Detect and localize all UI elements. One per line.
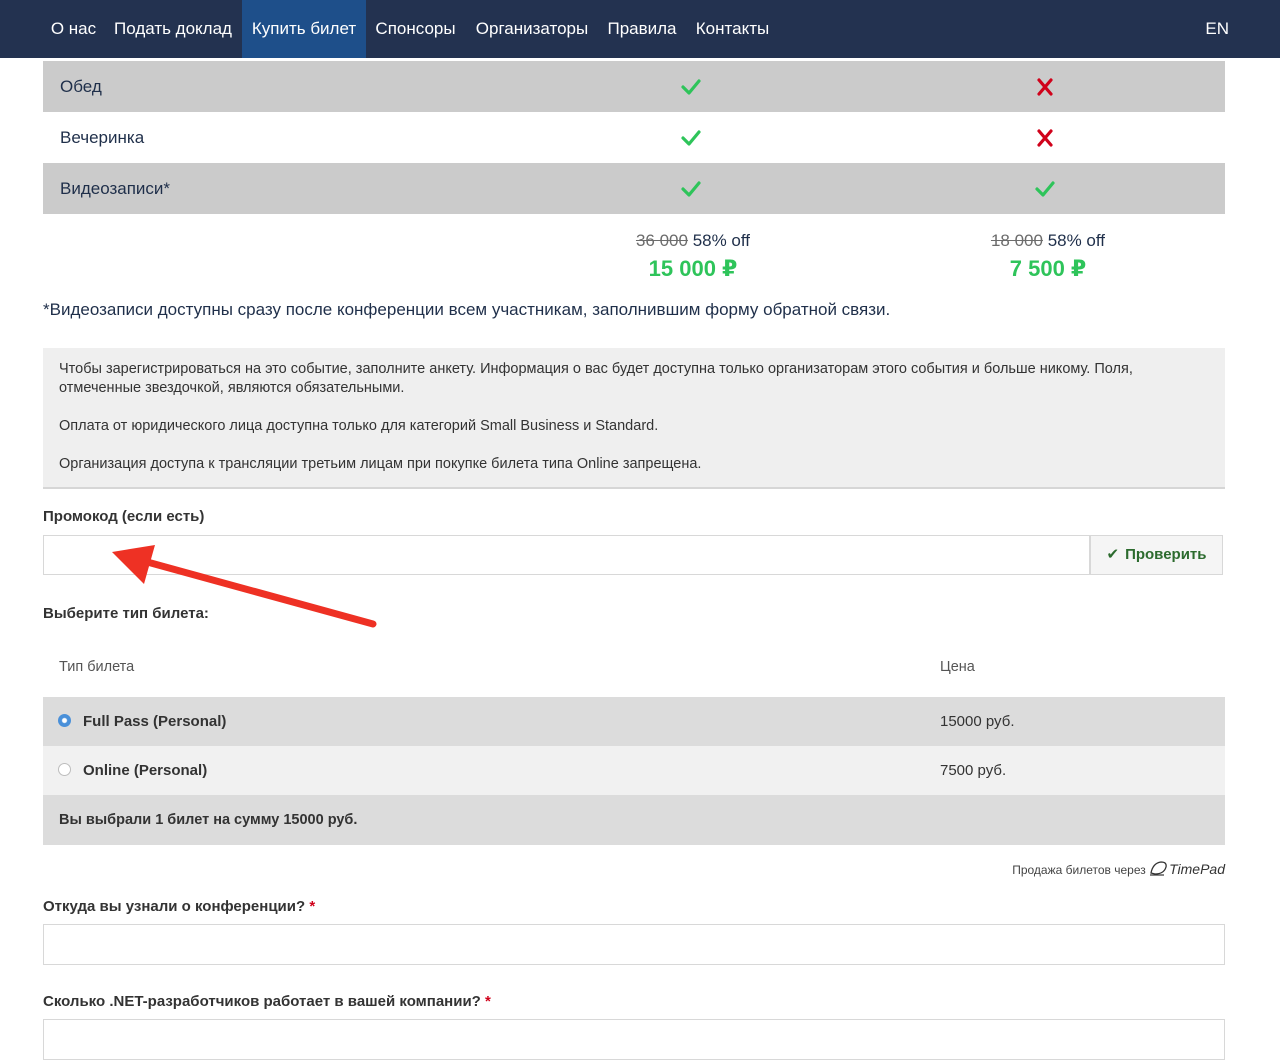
question-text: Сколько .NET-разработчиков работает в ва… <box>43 993 481 1010</box>
question-text: Откуда вы узнали о конференции? <box>43 898 306 915</box>
source-input[interactable] <box>43 924 1225 965</box>
ticket-summary-row: Вы выбрали 1 билет на сумму 15000 руб. <box>43 795 1225 845</box>
ticket-summary: Вы выбрали 1 билет на сумму 15000 руб. <box>59 812 358 828</box>
feature-label: Вечеринка <box>60 128 145 147</box>
feature-row: Обед <box>43 61 1225 112</box>
price-block-full: 36 000 58% off 15 000 ₽ <box>593 230 793 286</box>
developers-count-input[interactable] <box>43 1019 1225 1060</box>
new-price: 7 500 ₽ <box>1009 256 1087 281</box>
video-footnote: *Видеозаписи доступны сразу после конфер… <box>43 300 891 319</box>
nav-item-submit-talk[interactable]: Подать доклад <box>104 0 242 58</box>
ticket-type-column-header: Тип билета <box>59 659 135 675</box>
ticket-type-title: Выберите тип билета: <box>43 605 209 622</box>
ticket-row[interactable]: Online (Personal) 7500 руб. <box>43 746 1225 795</box>
required-marker: * <box>485 993 491 1010</box>
feature-row: Вечеринка <box>43 112 1225 163</box>
check-icon <box>681 79 701 95</box>
promo-label: Промокод (если есть) <box>43 508 205 525</box>
check-icon: ✔ <box>1106 546 1120 563</box>
timepad-credit[interactable]: Продажа билетов через TimePad <box>1012 859 1225 877</box>
timepad-text: Продажа билетов через <box>1012 863 1146 877</box>
required-marker: * <box>309 898 316 915</box>
question-label-source: Откуда вы узнали о конференции? * <box>43 898 315 915</box>
nav-item-about[interactable]: О нас <box>43 0 104 58</box>
old-price: 36 000 <box>635 231 688 250</box>
registration-info-box: Чтобы зарегистрироваться на это событие,… <box>43 348 1225 489</box>
ticket-price: 15000 руб. <box>940 713 1015 730</box>
feature-label: Обед <box>60 77 102 96</box>
question-label-developers: Сколько .NET-разработчиков работает в ва… <box>43 993 491 1010</box>
info-paragraph: Чтобы зарегистрироваться на это событие,… <box>59 361 1133 396</box>
ticket-name: Online (Personal) <box>83 762 208 779</box>
feature-row: Видеозаписи* <box>43 163 1225 214</box>
ticket-radio-full-pass[interactable] <box>58 714 71 727</box>
check-icon <box>681 130 701 146</box>
promo-code-input[interactable] <box>43 535 1090 575</box>
nav-item-buy-ticket[interactable]: Купить билет <box>242 0 366 58</box>
old-price-line: 18 000 58% off <box>948 230 1148 252</box>
check-icon <box>681 181 701 197</box>
timepad-brand: TimePad <box>1169 861 1225 877</box>
ticket-price-column-header: Цена <box>940 659 975 675</box>
language-switch[interactable]: EN <box>1205 0 1229 58</box>
discount-label: 58% off <box>692 231 751 250</box>
nav-item-organizers[interactable]: Организаторы <box>465 0 599 58</box>
feature-label: Видеозаписи* <box>60 179 171 198</box>
discount-label: 58% off <box>1047 231 1106 250</box>
check-icon <box>1035 181 1055 197</box>
ticket-row[interactable]: Full Pass (Personal) 15000 руб. <box>43 697 1225 746</box>
ticket-radio-online[interactable] <box>58 763 71 776</box>
old-price: 18 000 <box>990 231 1043 250</box>
info-paragraph: Оплата от юридического лица доступна тол… <box>59 418 659 434</box>
check-promo-button[interactable]: ✔ Проверить <box>1090 535 1223 575</box>
check-promo-label: Проверить <box>1125 546 1207 563</box>
cross-icon <box>1037 129 1053 147</box>
timepad-logo-icon <box>1150 861 1167 876</box>
new-price: 15 000 ₽ <box>648 256 738 281</box>
nav-item-contacts[interactable]: Контакты <box>685 0 780 58</box>
cross-icon <box>1037 78 1053 96</box>
ticket-name: Full Pass (Personal) <box>83 713 227 730</box>
old-price-line: 36 000 58% off <box>593 230 793 252</box>
nav-item-sponsors[interactable]: Спонсоры <box>366 0 465 58</box>
price-block-online: 18 000 58% off 7 500 ₽ <box>948 230 1148 286</box>
info-paragraph: Организация доступа к трансляции третьим… <box>59 456 702 472</box>
nav-item-rules[interactable]: Правила <box>599 0 685 58</box>
ticket-price: 7500 руб. <box>940 762 1007 779</box>
top-navbar: О нас Подать доклад Купить билет Спонсор… <box>0 0 1280 58</box>
